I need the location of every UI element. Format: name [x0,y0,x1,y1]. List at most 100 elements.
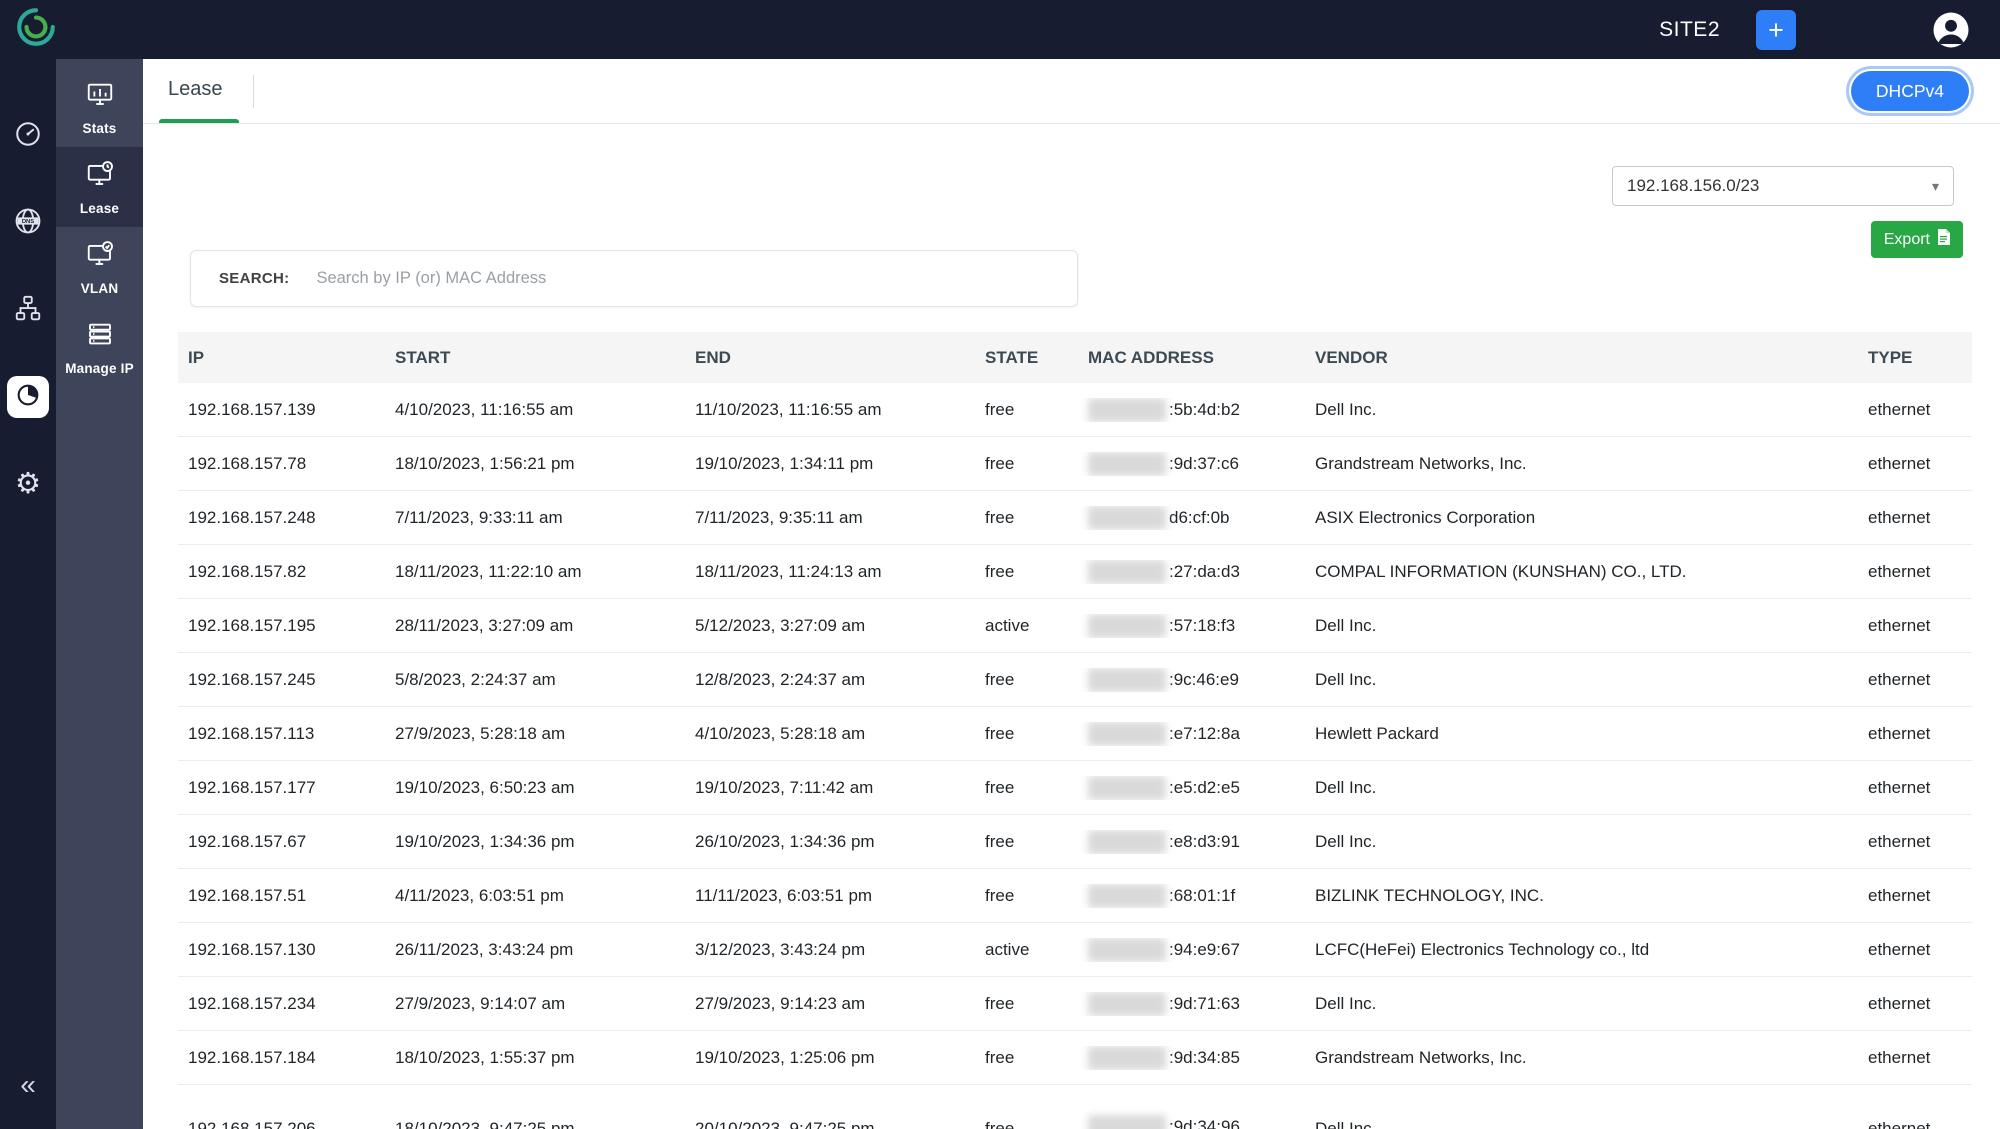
cell-ip: 192.168.157.245 [178,670,385,690]
table-row[interactable]: 192.168.157.51 4/11/2023, 6:03:51 pm 11/… [178,869,1972,923]
cell-type: ethernet [1858,616,1972,636]
column-header: STATE [975,348,1078,368]
table-row[interactable]: 192.168.157.248 7/11/2023, 9:33:11 am 7/… [178,491,1972,545]
cell-vendor: Hewlett Packard [1305,724,1858,744]
nav-dashboard[interactable] [7,115,49,157]
cell-end: 19/10/2023, 1:34:11 pm [685,454,975,474]
cell-end: 5/12/2023, 3:27:09 am [685,616,975,636]
table-row[interactable]: 192.168.157.139 4/10/2023, 11:16:55 am 1… [178,383,1972,437]
cell-mac: :e5:d2:e5 [1078,776,1305,800]
sidebar-item-vlan[interactable]: VLAN [56,227,143,307]
cell-type: ethernet [1858,832,1972,852]
table-header: IPSTARTENDSTATEMAC ADDRESSVENDORTYPE [178,332,1972,383]
main-panel: Lease DHCPv4 192.168.156.0/23 ▾ Export [143,59,2000,1129]
nav-topology[interactable] [7,289,49,331]
sidebar-item-stats[interactable]: Stats [56,67,143,147]
cell-type: ethernet [1858,562,1972,582]
table-row[interactable]: 192.168.157.82 18/11/2023, 11:22:10 am 1… [178,545,1972,599]
user-avatar-button[interactable] [1930,9,1972,51]
cell-state: active [975,940,1078,960]
chevron-down-icon: ▾ [1932,178,1939,195]
lease-table: IPSTARTENDSTATEMAC ADDRESSVENDORTYPE 192… [178,332,1972,1129]
mac-redacted-blur [1088,938,1166,962]
mac-suffix: :9d:37:c6 [1169,454,1239,474]
sidebar-item-lease[interactable]: Lease [56,147,143,227]
cell-type: ethernet [1858,724,1972,744]
export-button[interactable]: Export [1871,221,1963,258]
mac-suffix: :e5:d2:e5 [1169,778,1240,798]
cell-state: free [975,778,1078,798]
cell-mac: :68:01:1f [1078,884,1305,908]
tab-lease[interactable]: Lease [168,78,223,101]
cell-start: 19/10/2023, 6:50:23 am [385,778,685,798]
nav-dns[interactable]: DNS [7,202,49,244]
mac-redacted-blur [1088,992,1166,1016]
cell-vendor: Dell Inc. [1305,616,1858,636]
mac-suffix: :9d:71:63 [1169,994,1240,1014]
column-header: END [685,348,975,368]
search-input[interactable] [316,269,1049,288]
column-header: START [385,348,685,368]
column-header: MAC ADDRESS [1078,348,1305,368]
table-row[interactable]: 192.168.157.245 5/8/2023, 2:24:37 am 12/… [178,653,1972,707]
cell-ip: 192.168.157.206 [178,1085,385,1129]
cell-mac: :57:18:f3 [1078,614,1305,638]
cell-type: ethernet [1858,994,1972,1014]
sidebar-item-label: Lease [80,201,119,216]
dhcp-section-sidebar: Stats Lease VLAN [56,59,143,1129]
table-row[interactable]: 192.168.157.177 19/10/2023, 6:50:23 am 1… [178,761,1972,815]
cell-start: 5/8/2023, 2:24:37 am [385,670,685,690]
cell-start: 27/9/2023, 9:14:07 am [385,994,685,1014]
nav-settings[interactable]: ⚙ [7,463,49,505]
mac-redacted-blur [1088,398,1166,422]
mac-redacted-blur [1088,560,1166,584]
tab-divider [253,75,254,108]
cell-ip: 192.168.157.67 [178,832,385,852]
lease-content: 192.168.156.0/23 ▾ Export SEARCH: [143,124,2000,1129]
tab-bar: Lease DHCPv4 [143,59,2000,124]
cell-vendor: Grandstream Networks, Inc. [1305,454,1858,474]
sidebar-item-manage-ip[interactable]: Manage IP [56,307,143,387]
nav-dhcp-active[interactable] [7,376,49,418]
app-root: SITE2 + [0,0,2000,1129]
cell-mac: :e8:d3:91 [1078,830,1305,854]
cell-ip: 192.168.157.51 [178,886,385,906]
cell-end: 27/9/2023, 9:14:23 am [685,994,975,1014]
table-row[interactable]: 192.168.157.67 19/10/2023, 1:34:36 pm 26… [178,815,1972,869]
cell-start: 19/10/2023, 1:34:36 pm [385,832,685,852]
cell-start: 26/11/2023, 3:43:24 pm [385,940,685,960]
cell-end: 19/10/2023, 1:25:06 pm [685,1048,975,1068]
mac-suffix: :e7:12:8a [1169,724,1240,744]
cell-mac: :9d:71:63 [1078,992,1305,1016]
cell-mac: :5b:4d:b2 [1078,398,1305,422]
lease-monitor-clock-icon [85,159,115,194]
cell-state: free [975,994,1078,1014]
mac-redacted-blur [1088,1115,1166,1129]
table-row[interactable]: 192.168.157.195 28/11/2023, 3:27:09 am 5… [178,599,1972,653]
cell-state: free [975,400,1078,420]
sidebar-item-label: Manage IP [65,361,134,376]
gear-icon: ⚙ [15,470,41,499]
mac-suffix: d6:cf:0b [1169,508,1230,528]
active-tab-indicator [159,119,239,123]
add-site-button[interactable]: + [1756,10,1796,50]
sidebar-collapse-button[interactable]: « [0,1069,56,1101]
mac-redacted-blur [1088,668,1166,692]
cell-vendor: ASIX Electronics Corporation [1305,508,1858,528]
cell-state: free [975,1048,1078,1068]
dhcpv4-toggle-button[interactable]: DHCPv4 [1851,71,1969,111]
cell-ip: 192.168.157.184 [178,1048,385,1068]
manage-ip-list-icon [85,319,115,354]
table-row[interactable]: 192.168.157.113 27/9/2023, 5:28:18 am 4/… [178,707,1972,761]
cell-ip: 192.168.157.234 [178,994,385,1014]
cell-ip: 192.168.157.195 [178,616,385,636]
cell-end: 11/10/2023, 11:16:55 am [685,400,975,420]
subnet-select[interactable]: 192.168.156.0/23 ▾ [1612,166,1954,206]
table-row[interactable]: 192.168.157.206 18/10/2023, 9:47:25 pm 2… [178,1085,1972,1129]
table-row[interactable]: 192.168.157.234 27/9/2023, 9:14:07 am 27… [178,977,1972,1031]
cell-vendor: LCFC(HeFei) Electronics Technology co., … [1305,940,1858,960]
table-row[interactable]: 192.168.157.130 26/11/2023, 3:43:24 pm 3… [178,923,1972,977]
table-row[interactable]: 192.168.157.78 18/10/2023, 1:56:21 pm 19… [178,437,1972,491]
cell-type: ethernet [1858,508,1972,528]
table-row[interactable]: 192.168.157.184 18/10/2023, 1:55:37 pm 1… [178,1031,1972,1085]
